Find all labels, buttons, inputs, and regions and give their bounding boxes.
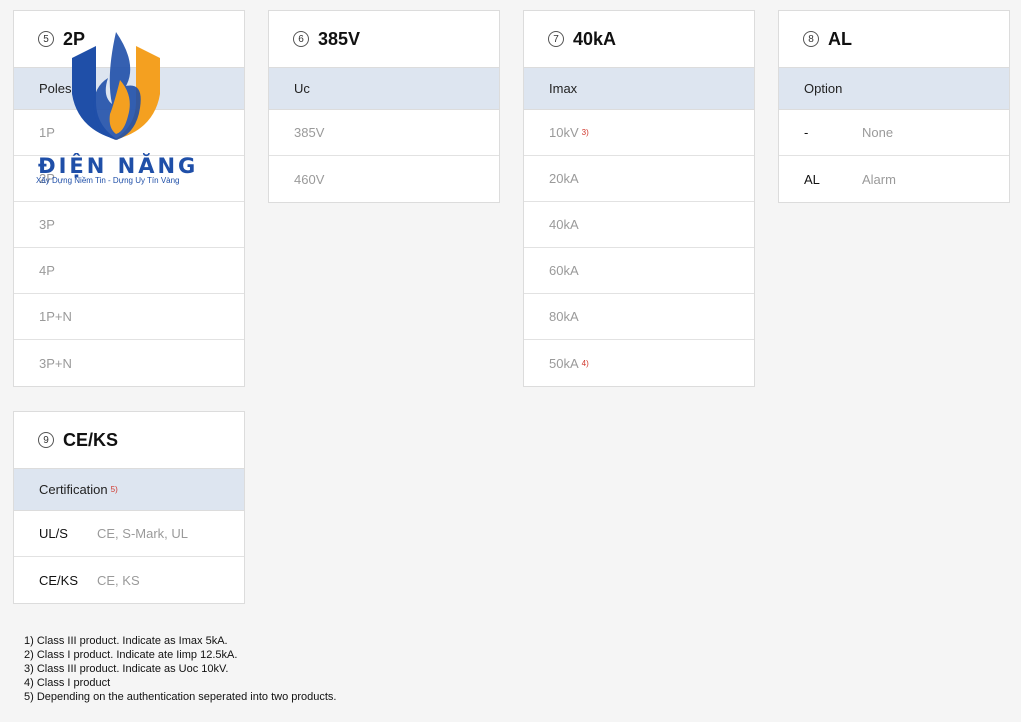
imax-row: 20kA <box>524 156 754 202</box>
logo-slogan: Xây Dựng Niềm Tin - Dựng Uy Tín Vàng <box>36 176 180 185</box>
option-column-header: Option <box>779 68 1009 110</box>
poles-value: 3P <box>39 217 55 232</box>
poles-row: 1P+N <box>14 294 244 340</box>
step-number-badge: 6 <box>293 31 309 47</box>
imax-value: 60kA <box>549 263 579 278</box>
footnotes: 1) Class III product. Indicate as Imax 5… <box>24 634 337 704</box>
voltage-card-header: 6 385V <box>269 11 499 68</box>
poles-value: 4P <box>39 263 55 278</box>
imax-value: 20kA <box>549 171 579 186</box>
footnote: 2) Class I product. Indicate ate Iimp 12… <box>24 649 238 661</box>
certification-row: CE/KS CE, KS <box>14 557 244 603</box>
option-key: - <box>804 125 809 140</box>
imax-value: 80kA <box>549 309 579 324</box>
footnote-marker: 4) <box>581 358 589 368</box>
poles-value: 3P+N <box>39 355 72 371</box>
footnote-marker: 3) <box>581 128 589 137</box>
option-card: 8 AL Option - None AL Alarm <box>778 10 1010 203</box>
step-number-badge: 7 <box>548 31 564 47</box>
footnote: 4) Class I product <box>24 677 111 689</box>
voltage-card: 6 385V Uc 385V 460V <box>268 10 500 203</box>
imax-row: 50kA 4) <box>524 340 754 386</box>
certification-code: CE/KS <box>63 429 119 450</box>
step-number-badge: 8 <box>803 31 819 47</box>
voltage-column-header: Uc <box>269 68 499 110</box>
voltage-row: 385V <box>269 110 499 156</box>
option-value: Alarm <box>862 171 896 187</box>
imax-card-header: 7 40kA <box>524 11 754 68</box>
imax-row: 60kA <box>524 248 754 294</box>
certification-card-header: 9 CE/KS <box>14 412 244 469</box>
option-row: AL Alarm <box>779 156 1009 202</box>
imax-column-header: Imax <box>524 68 754 110</box>
certification-value: CE, S-Mark, UL <box>97 526 189 541</box>
footnote: 3) Class III product. Indicate as Uoc 10… <box>24 663 229 675</box>
shield-flame-icon <box>72 32 160 140</box>
certification-key: CE/KS <box>39 572 79 588</box>
poles-value: 1P+N <box>39 309 72 324</box>
footnote-marker: 5) <box>110 485 118 494</box>
imax-row: 10kV 3) <box>524 110 754 156</box>
option-code: AL <box>828 28 852 49</box>
voltage-code: 385V <box>318 28 361 49</box>
certification-row: UL/S CE, S-Mark, UL <box>14 511 244 557</box>
option-row: - None <box>779 110 1009 156</box>
footnote: 1) Class III product. Indicate as Imax 5… <box>24 635 228 647</box>
poles-row: 4P <box>14 248 244 294</box>
imax-value: 50kA <box>549 355 579 371</box>
option-key: AL <box>804 171 820 187</box>
imax-card: 7 40kA Imax 10kV 3) 20kA 40kA 60kA 80kA 5… <box>523 10 755 387</box>
imax-row: 80kA <box>524 294 754 340</box>
voltage-row: 460V <box>269 156 499 202</box>
certification-key: UL/S <box>39 526 68 541</box>
voltage-value: 460V <box>294 171 325 187</box>
certification-header-label: Certification <box>39 482 108 497</box>
imax-row: 40kA <box>524 202 754 248</box>
step-number-badge: 9 <box>38 432 54 448</box>
imax-code: 40kA <box>573 28 617 49</box>
poles-row: 3P <box>14 202 244 248</box>
imax-value: 40kA <box>549 217 579 232</box>
footnote: 5) Depending on the authentication seper… <box>24 691 337 703</box>
certification-card: 9 CE/KS Certification 5) UL/S CE, S-Mark… <box>13 411 245 604</box>
certification-value: CE, KS <box>97 572 140 588</box>
poles-row: 3P+N <box>14 340 244 386</box>
option-card-header: 8 AL <box>779 11 1009 68</box>
option-value: None <box>862 125 894 140</box>
logo-name: ĐIỆN NĂNG <box>38 154 199 178</box>
voltage-value: 385V <box>294 125 325 140</box>
certification-column-header: Certification 5) <box>14 469 244 511</box>
dien-nang-logo: ĐIỆN NĂNG Xây Dựng Niềm Tin - Dựng Uy Tí… <box>36 30 206 190</box>
imax-value: 10kV <box>549 125 579 140</box>
